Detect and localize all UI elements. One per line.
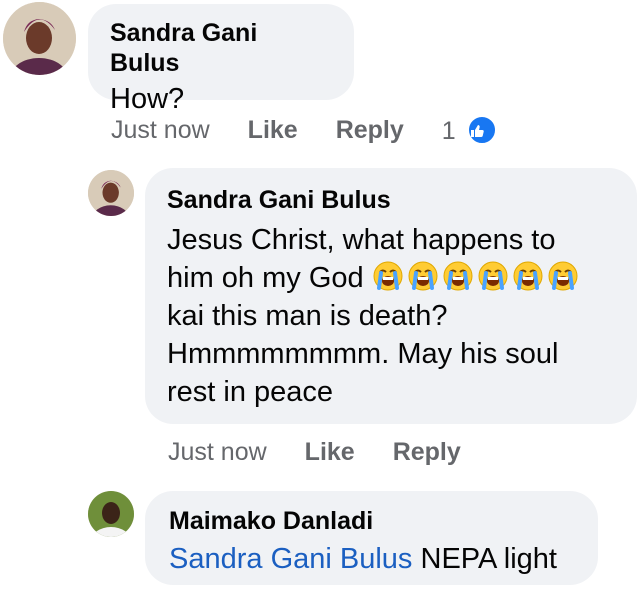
comment-text: Sandra Gani Bulus NEPA light — [169, 540, 574, 578]
comment-actions-2: Just now Like Reply — [168, 437, 461, 467]
loudly-crying-face-icon — [408, 261, 438, 291]
comment-timestamp[interactable]: Just now — [168, 438, 267, 467]
reaction-count: 1 — [441, 116, 456, 145]
avatar-sandra[interactable] — [88, 170, 134, 216]
reply-button[interactable]: Reply — [336, 116, 404, 145]
comment-author[interactable]: Sandra Gani Bulus — [167, 185, 615, 215]
reaction-summary[interactable]: 1 — [441, 114, 497, 146]
emoji-row — [372, 261, 582, 294]
loudly-crying-face-icon — [548, 261, 578, 291]
like-button[interactable]: Like — [248, 116, 298, 145]
comment-text: How? — [110, 83, 185, 115]
comment-text-line: kai this man is death? — [167, 300, 448, 332]
loudly-crying-face-icon — [478, 261, 508, 291]
loudly-crying-face-icon — [373, 261, 403, 291]
comment-text-line: Jesus Christ, what happens to — [167, 224, 556, 256]
like-button[interactable]: Like — [305, 438, 355, 467]
reply-button[interactable]: Reply — [393, 438, 461, 467]
loudly-crying-face-icon — [513, 261, 543, 291]
mention-link[interactable]: Sandra Gani Bulus — [169, 543, 412, 575]
comment-text-line: him oh my God — [167, 259, 615, 297]
comment-author[interactable]: Sandra Gani Bulus — [110, 18, 332, 78]
comment-author[interactable]: Maimako Danladi — [169, 506, 574, 536]
avatar-sandra[interactable] — [3, 2, 76, 75]
loudly-crying-face-icon — [443, 261, 473, 291]
thumbs-up-icon — [466, 114, 497, 145]
comment-actions-1: Just now Like Reply 1 — [111, 114, 497, 146]
comment-bubble-3: Maimako Danladi Sandra Gani Bulus NEPA l… — [145, 491, 598, 585]
comment-text-segment: him oh my God — [167, 262, 364, 294]
comment-text: Jesus Christ, what happens to him oh my … — [167, 221, 615, 411]
comment-bubble-2: Sandra Gani Bulus Jesus Christ, what hap… — [145, 168, 637, 424]
comment-bubble-1: Sandra Gani Bulus How? — [88, 4, 354, 115]
avatar-maimako[interactable] — [88, 491, 134, 537]
comment-text-segment: NEPA light — [420, 543, 557, 575]
comment-text-line: rest in peace — [167, 376, 334, 408]
comment-text-line: Hmmmmmmmm. May his soul — [167, 338, 559, 370]
comment-timestamp[interactable]: Just now — [111, 116, 210, 145]
